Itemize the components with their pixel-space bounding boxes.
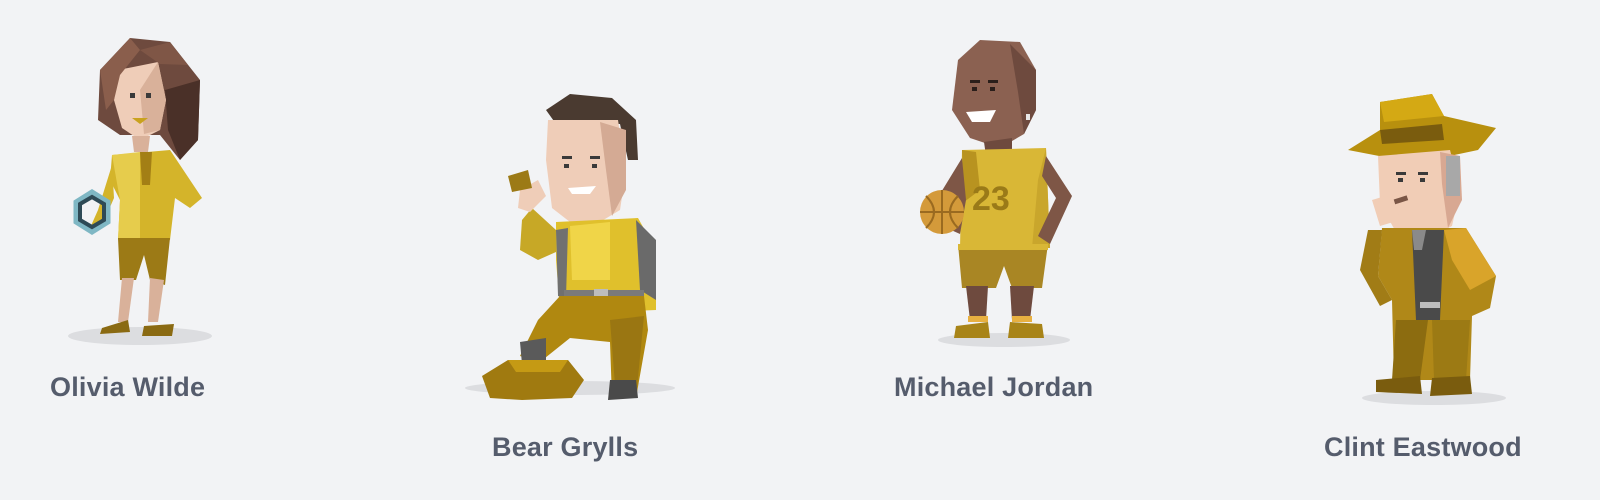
character-card-olivia-wilde[interactable]: Olivia Wilde xyxy=(40,30,240,420)
character-card-clint-eastwood[interactable]: Clint Eastwood xyxy=(1320,80,1550,480)
clint-eastwood-avatar-icon xyxy=(1348,94,1506,405)
olivia-wilde-avatar-icon xyxy=(68,38,212,345)
michael-jordan-avatar-icon: 23 xyxy=(920,40,1072,347)
character-name-michael-jordan[interactable]: Michael Jordan xyxy=(894,372,1093,403)
character-card-bear-grylls[interactable]: Bear Grylls xyxy=(460,80,680,480)
character-card-michael-jordan[interactable]: 23 Michael Jordan xyxy=(894,30,1120,420)
character-name-clint-eastwood[interactable]: Clint Eastwood xyxy=(1324,432,1522,463)
jersey-number: 23 xyxy=(972,180,1010,218)
character-name-olivia-wilde[interactable]: Olivia Wilde xyxy=(50,372,205,403)
bear-grylls-avatar-icon xyxy=(465,94,675,400)
character-name-bear-grylls[interactable]: Bear Grylls xyxy=(492,432,638,463)
character-gallery: Olivia Wilde Bear Grylls 23 Michael Jord… xyxy=(0,0,1600,500)
